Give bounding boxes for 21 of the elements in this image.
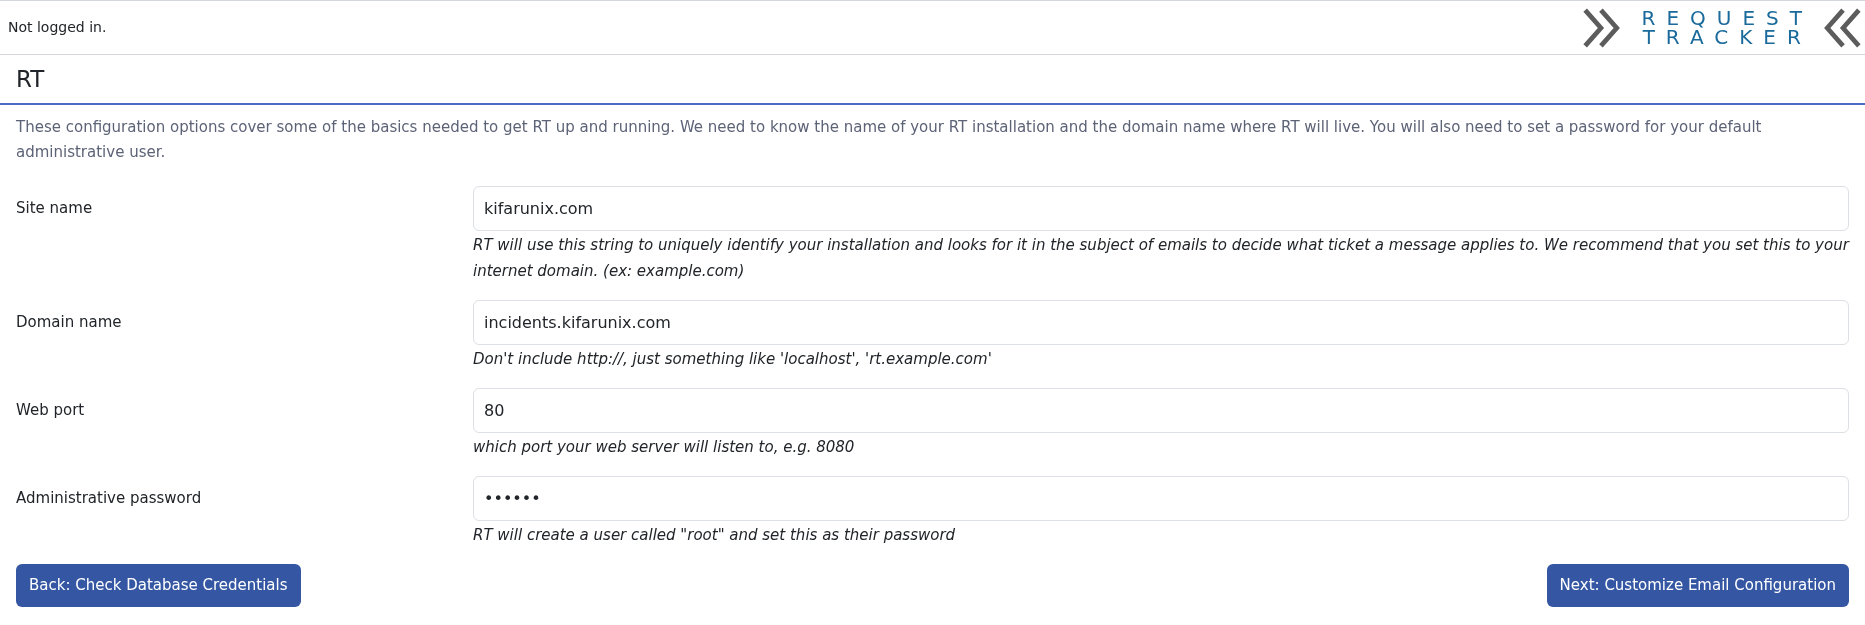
field-hint: Don't include http://, just something like 'localhost', 'rt.example.com' <box>473 349 993 370</box>
field-label: Administrative password <box>16 488 202 510</box>
input-field[interactable]: incidents.kifarunix.com <box>473 300 1849 345</box>
input-field[interactable]: kifarunix.com <box>473 186 1849 231</box>
field-hint: RT will create a user called "root" and set this as their password <box>473 525 957 546</box>
login-status: Not logged in. <box>8 18 107 37</box>
nav-button[interactable]: Back: Check Database Credentials <box>16 564 301 607</box>
input-field[interactable]: 80 <box>473 388 1849 433</box>
double-chevron-left-icon <box>1823 7 1861 48</box>
field-label: Web port <box>16 400 85 422</box>
field-label: Site name <box>16 198 93 220</box>
nav-button[interactable]: Next: Customize Email Configuration <box>1546 564 1849 607</box>
intro-text: These configuration options cover some of the basics needed to get RT up and running. We need to know the name of your RT installation and the domain name where RT will live. You will also need to set a password for your default administrative user. <box>16 117 1763 163</box>
input-field[interactable]: •••••• <box>473 476 1849 521</box>
double-chevron-right-icon <box>1582 7 1621 48</box>
field-hint: RT will use this string to uniquely identify your installation and looks for it in the subject of emails to decide what ticket a message applies to. We recommend that you set this to your internet domain. (ex: example.com) <box>473 235 1849 282</box>
logo-text: REQUEST <box>1640 8 1813 28</box>
page-title: RT <box>16 64 45 94</box>
field-label: Domain name <box>16 312 122 334</box>
logo-text: TRACKER <box>1641 27 1812 47</box>
field-hint: which port your web server will listen to, e.g. 8080 <box>473 437 856 458</box>
